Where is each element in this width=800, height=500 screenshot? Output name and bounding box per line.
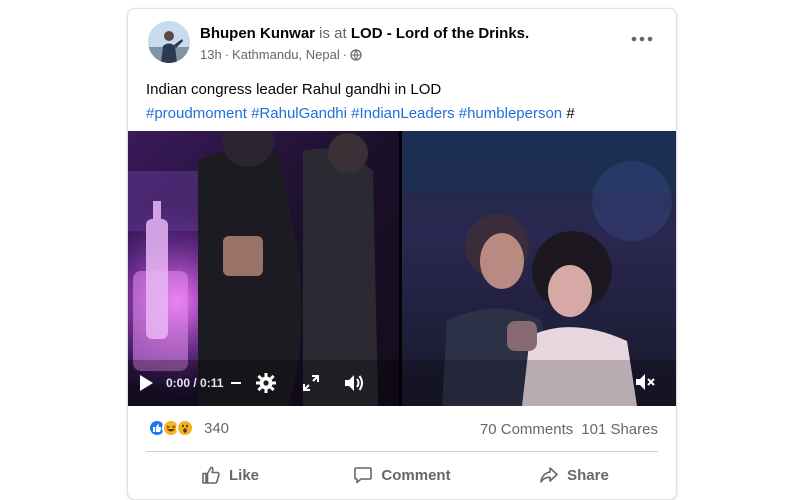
post-actions: Like Comment Share [144,455,660,495]
video-time: 0:00 / 0:11 [166,376,224,390]
share-icon [540,467,558,483]
actions-divider [146,451,658,452]
like-button[interactable]: Like [144,455,316,495]
post-location[interactable]: Kathmandu, Nepal [232,47,340,62]
globe-icon [350,48,362,61]
hashtag-indianleaders[interactable]: #IndianLeaders [351,105,454,122]
meta-separator-2: · [342,47,348,62]
video-controls: 0:00 / 0:11 [128,360,399,406]
post-card: Bhupen Kunwar is at LOD - Lord of the Dr… [127,8,677,500]
engagement-counts: 70 Comments 101 Shares [480,421,658,438]
wow-reaction-icon [176,419,194,437]
hashtag-rahulgandhi[interactable]: #RahulGandhi [251,105,347,122]
reaction-summary[interactable]: 340 [148,419,229,437]
video-right-frame [402,131,676,406]
play-icon[interactable] [138,374,154,392]
post-text-line: Indian congress leader Rahul gandhi in L… [146,81,442,98]
video-left[interactable]: 0:00 / 0:11 [128,131,399,406]
post-stats: 340 70 Comments 101 Shares [128,415,676,447]
more-icon [631,36,653,42]
post-time[interactable]: 13h [200,47,222,62]
post-meta: 13h · Kathmandu, Nepal · [200,47,362,62]
meta-separator: · [224,47,230,62]
place-link[interactable]: LOD - Lord of the Drinks. [351,25,529,42]
reaction-count[interactable]: 340 [204,420,229,437]
comments-count[interactable]: 70 Comments [480,421,573,438]
hashtag-line: #proudmoment #RahulGandhi #IndianLeaders… [146,102,666,126]
post-header: Bhupen Kunwar is at LOD - Lord of the Dr… [128,9,676,69]
comment-label: Comment [381,466,451,484]
hashtag-humbleperson[interactable]: #humbleperson [459,105,562,122]
author-connector: is at [315,25,351,42]
post-text: Indian congress leader Rahul gandhi in L… [146,78,666,126]
comment-icon [354,467,373,484]
hashtag-proudmoment[interactable]: #proudmoment [146,105,247,122]
author-line: Bhupen Kunwar is at LOD - Lord of the Dr… [200,25,529,42]
author-name[interactable]: Bhupen Kunwar [200,25,315,42]
media-container: 0:00 / 0:11 [128,131,676,406]
more-options-button[interactable] [624,27,660,51]
mute-icon[interactable] [634,372,656,392]
settings-icon[interactable] [255,372,277,394]
share-button[interactable]: Share [488,455,660,495]
video-right[interactable] [402,131,676,406]
hashtag-trailing[interactable]: # [566,105,574,122]
avatar[interactable] [148,21,190,63]
fullscreen-icon[interactable] [303,375,320,391]
like-label: Like [228,466,259,484]
share-label: Share [567,466,609,484]
shares-count[interactable]: 101 Shares [581,421,658,438]
volume-icon[interactable] [343,373,365,393]
like-icon [202,466,220,484]
progress-divider [231,382,242,384]
comment-button[interactable]: Comment [316,455,488,495]
